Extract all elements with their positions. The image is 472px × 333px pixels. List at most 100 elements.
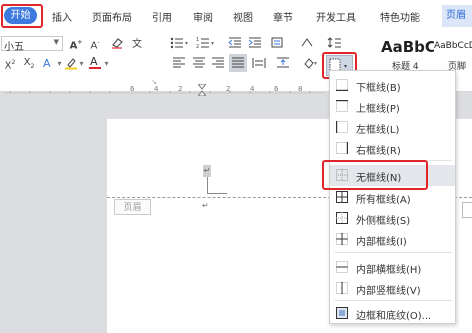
tab-review[interactable]: 审阅: [193, 9, 213, 24]
menu-item-label: 内部竖框线(V): [356, 286, 421, 297]
svg-text:A: A: [90, 55, 98, 68]
ruler-number: 4: [154, 85, 159, 93]
home-tab-highlight: [1, 4, 43, 28]
line-spacing-icon[interactable]: [326, 36, 342, 49]
svg-text:▾: ▾: [314, 60, 317, 67]
distributed-align-icon[interactable]: [252, 57, 266, 69]
decrease-indent-icon[interactable]: [228, 36, 242, 49]
ruler-number: 6: [130, 85, 135, 93]
svg-text:1: 1: [196, 37, 199, 43]
menu-item-label: 上框线(P): [356, 104, 400, 115]
menu-item-bottom-border[interactable]: 下框线(B): [330, 75, 455, 96]
style-footer[interactable]: AaBbCcDd 页脚: [434, 34, 472, 74]
outside-borders-icon: [336, 212, 348, 224]
tab-section[interactable]: 章节: [273, 9, 293, 24]
tab-insert[interactable]: 插入: [52, 9, 72, 24]
inside-vertical-border-icon: [336, 282, 348, 294]
header-options-tab[interactable]: [462, 202, 472, 218]
superscript-icon[interactable]: X2: [3, 57, 17, 72]
paragraph-mark: ↵: [202, 201, 209, 210]
no-border-highlight: [322, 160, 428, 190]
menu-item-label: 边框和底纹(O)...: [356, 311, 432, 322]
tab-header-footer[interactable]: 页眉: [442, 5, 472, 27]
align-left-icon[interactable]: [172, 57, 186, 69]
svg-text:文: 文: [132, 37, 142, 49]
chevron-down-icon[interactable]: ▾: [78, 58, 85, 70]
chinese-layout-icon[interactable]: [270, 36, 284, 49]
subscript-icon[interactable]: X2: [22, 57, 36, 73]
crop-mark: [207, 193, 227, 194]
menu-item-inside-horizontal-border[interactable]: 内部横框线(H): [330, 257, 455, 278]
svg-text:2: 2: [196, 44, 199, 49]
menu-item-inside-borders[interactable]: 内部框线(I): [330, 229, 455, 250]
shading-icon[interactable]: ▾: [302, 56, 318, 69]
right-border-icon: [336, 142, 348, 154]
svg-text:A: A: [43, 57, 51, 69]
menu-item-label: 外侧框线(S): [356, 216, 411, 227]
menu-separator: [334, 300, 452, 301]
clear-format-icon[interactable]: [110, 36, 126, 49]
svg-text:▾: ▾: [211, 40, 214, 47]
grow-font-icon[interactable]: A+: [69, 37, 83, 52]
menu-item-all-borders[interactable]: 所有框线(A): [330, 187, 455, 208]
inside-horizontal-border-icon: [336, 261, 348, 273]
menu-item-label: 左框线(L): [356, 125, 400, 136]
font-size-select[interactable]: 小五 ▼: [1, 36, 63, 53]
bullet-list-icon[interactable]: ▾: [170, 36, 190, 49]
menu-item-label: 右框线(R): [356, 146, 401, 157]
phonetic-guide-icon[interactable]: 文: [131, 36, 145, 49]
paragraph-mark: ↵: [203, 165, 211, 177]
tab-developer[interactable]: 开发工具: [316, 9, 356, 24]
style-heading4[interactable]: AaBbC 标题 4: [378, 34, 438, 74]
svg-text:▾: ▾: [185, 40, 188, 47]
ruler-number: 6: [274, 85, 279, 93]
style-sample-text: AaBbCcDd: [434, 41, 472, 51]
style-sample-text: AaBbC: [381, 38, 436, 56]
inside-borders-icon: [336, 233, 348, 245]
header-label: 页眉: [114, 199, 151, 215]
borders-dropdown-menu: 下框线(B) 上框线(P) 左框线(L) 右框线(R) 无框线(N) 所有框线(…: [329, 70, 456, 324]
borders-shading-icon: [336, 307, 348, 319]
chevron-down-icon[interactable]: ▾: [56, 58, 63, 70]
ruler: [0, 84, 330, 96]
menu-separator: [334, 252, 452, 253]
menu-item-label: 内部横框线(H): [356, 265, 422, 276]
menu-item-inside-vertical-border[interactable]: 内部竖框线(V): [330, 278, 455, 299]
menu-item-label: 所有框线(A): [356, 195, 411, 206]
menu-item-label: 内部框线(I): [356, 237, 407, 248]
show-marks-icon[interactable]: [300, 36, 314, 49]
ruler-number: 2: [178, 85, 183, 93]
align-right-icon[interactable]: [211, 57, 225, 69]
chevron-down-icon[interactable]: ▾: [103, 58, 110, 70]
ruler-number: 4: [250, 85, 255, 93]
text-effect-icon[interactable]: A: [42, 56, 56, 69]
bottom-border-icon: [336, 79, 348, 91]
font-color-icon[interactable]: A: [88, 55, 102, 70]
menu-item-label: 下框线(B): [356, 83, 401, 94]
highlight-color-icon[interactable]: [64, 56, 78, 70]
menu-item-right-border[interactable]: 右框线(R): [330, 138, 455, 159]
ruler-number: 2: [226, 85, 231, 93]
numbered-list-icon[interactable]: 1 2 ▾: [196, 36, 216, 49]
justify-icon[interactable]: [229, 54, 247, 72]
font-size-value: 小五: [4, 42, 24, 53]
all-borders-icon: [336, 191, 348, 203]
increase-indent-icon[interactable]: [248, 36, 262, 49]
menu-item-left-border[interactable]: 左框线(L): [330, 117, 455, 138]
tab-features[interactable]: 特色功能: [380, 9, 420, 24]
indent-marker[interactable]: [198, 84, 206, 96]
left-border-icon: [336, 121, 348, 133]
tab-view[interactable]: 视图: [233, 9, 253, 24]
tab-bar: 开始 插入 页面布局 引用 审阅 视图 章节 开发工具 特色功能 页眉: [0, 0, 472, 33]
menu-item-top-border[interactable]: 上框线(P): [330, 96, 455, 117]
menu-item-outside-borders[interactable]: 外侧框线(S): [330, 208, 455, 229]
paragraph-spacing-icon[interactable]: [276, 56, 290, 69]
top-border-icon: [336, 100, 348, 112]
chevron-down-icon: ▼: [53, 38, 59, 46]
tab-page-layout[interactable]: 页面布局: [92, 9, 132, 24]
align-center-icon[interactable]: [192, 57, 206, 69]
menu-item-borders-and-shading[interactable]: 边框和底纹(O)...: [330, 303, 455, 324]
tab-references[interactable]: 引用: [152, 9, 172, 24]
ruler-number: 8: [298, 85, 303, 93]
shrink-font-icon[interactable]: A-: [88, 37, 102, 52]
